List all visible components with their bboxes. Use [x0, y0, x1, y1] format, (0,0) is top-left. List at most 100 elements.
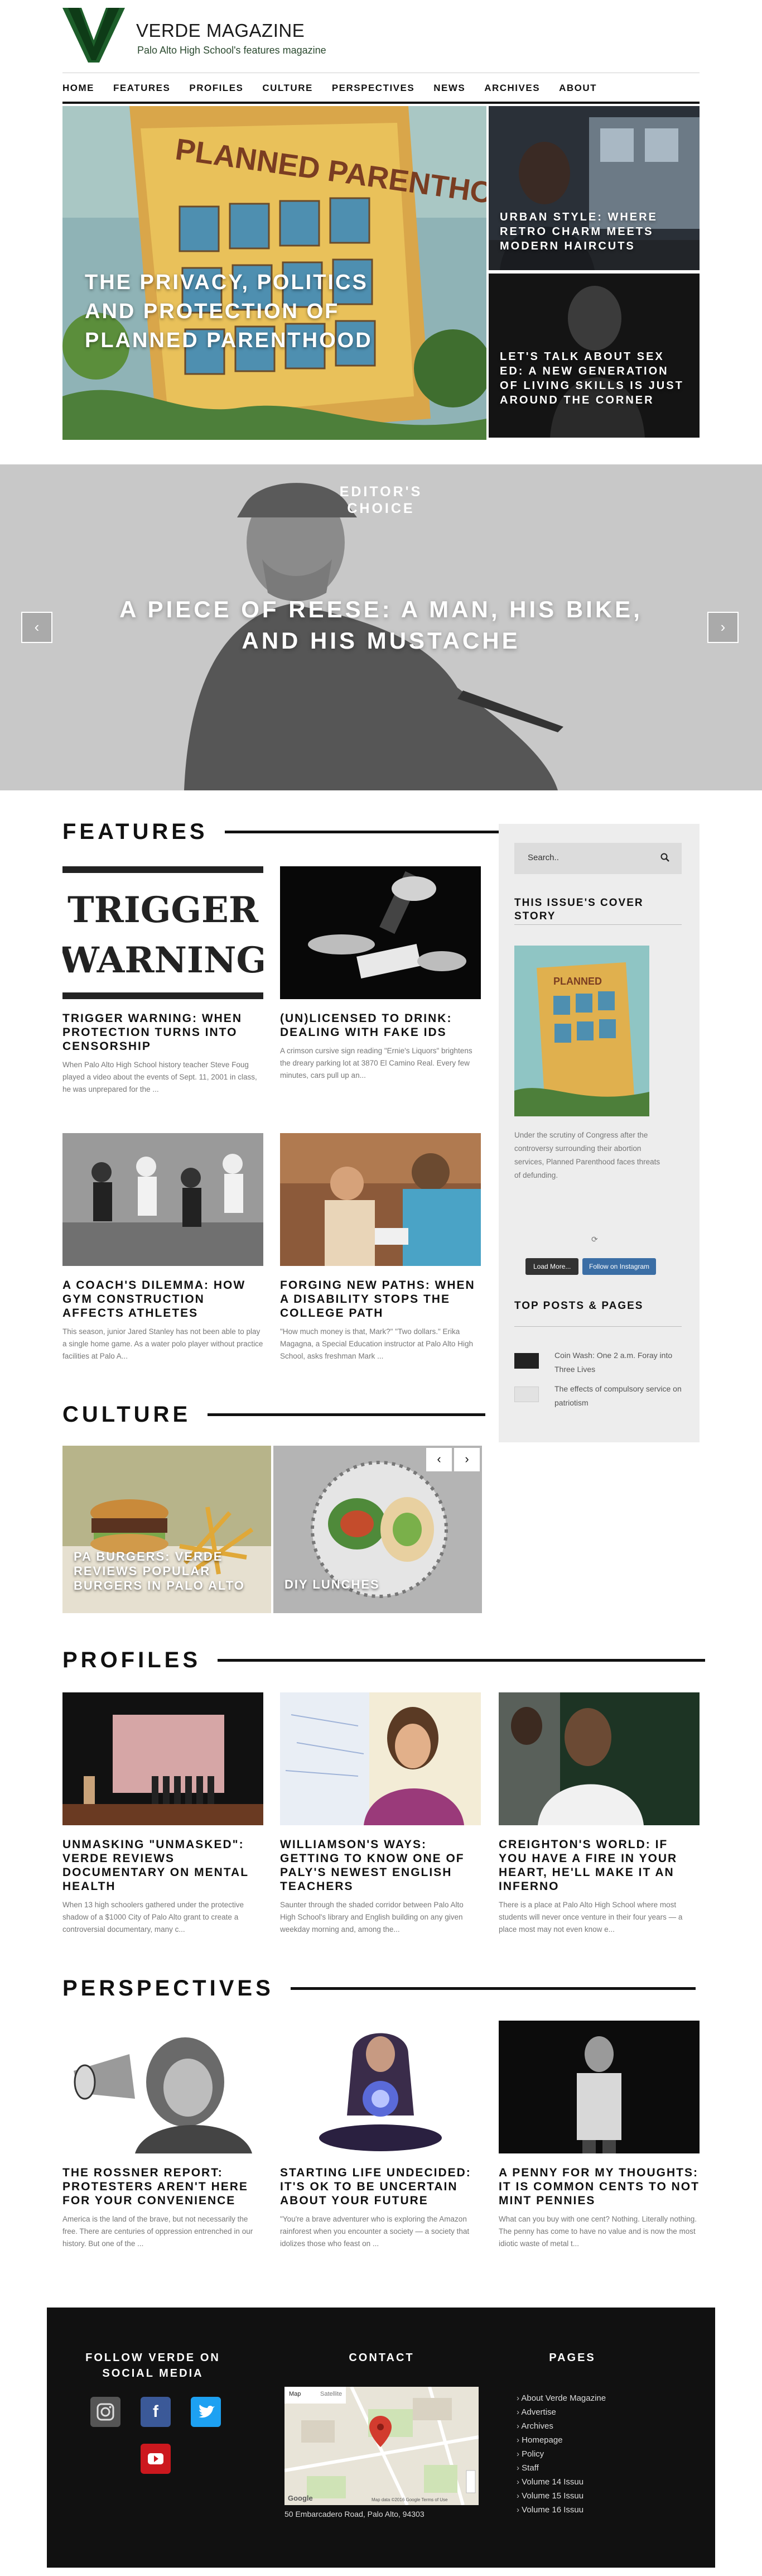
culture-slide-1-title[interactable]: PA BURGERS: VERDE REVIEWS POPULAR BURGER…	[74, 1550, 258, 1593]
editors-choice-title[interactable]: A PIECE OF REESE: A MAN, HIS BIKE, AND H…	[0, 594, 762, 656]
perspectives-card-3-image[interactable]	[499, 2021, 700, 2153]
profiles-heading[interactable]: PROFILES	[62, 1648, 201, 1673]
hero-main-story[interactable]: PLANNED PARENTHOOD THE PRIVACY, POLITICS…	[62, 106, 486, 440]
twitter-icon[interactable]	[191, 2397, 221, 2427]
search-icon[interactable]	[660, 853, 669, 864]
perspectives-heading[interactable]: PERSPECTIVES	[62, 1976, 274, 2001]
features-card-2-image[interactable]	[280, 866, 481, 999]
editors-choice-slider[interactable]: EDITOR'S CHOICE A PIECE OF REESE: A MAN,…	[0, 464, 762, 790]
page-link-volume-16[interactable]: Volume 16 Issuu	[517, 2503, 606, 2517]
perspectives-card-1-title[interactable]: THE ROSSNER REPORT: PROTESTERS AREN'T HE…	[62, 2166, 263, 2208]
features-card-1-title[interactable]: TRIGGER WARNING: WHEN PROTECTION TURNS I…	[62, 1011, 263, 1053]
site-title[interactable]: VERDE MAGAZINE	[136, 20, 305, 41]
nav-news[interactable]: NEWS	[433, 83, 465, 94]
features-card-1-image[interactable]: TRIGGER WARNING	[62, 866, 263, 999]
editors-choice-prev-button[interactable]: ‹	[21, 612, 52, 643]
pages-list: About Verde Magazine Advertise Archives …	[517, 2391, 606, 2517]
top-post-2-thumb[interactable]	[514, 1387, 539, 1402]
nav-perspectives[interactable]: PERSPECTIVES	[332, 83, 414, 94]
page-link-policy[interactable]: Policy	[517, 2447, 606, 2461]
footer: FOLLOW VERDE ON SOCIAL MEDIA f CONTACT M…	[47, 2308, 715, 2568]
perspectives-card-2-excerpt: "You're a brave adventurer who is explor…	[280, 2215, 470, 2248]
profiles-rule	[218, 1659, 706, 1662]
profiles-card-3-image[interactable]	[499, 1692, 700, 1825]
nav-about[interactable]: ABOUT	[559, 83, 597, 94]
features-card-4[interactable]: FORGING NEW PATHS: WHEN A DISABILITY STO…	[280, 1133, 481, 1363]
features-card-3-title[interactable]: A COACH'S DILEMMA: HOW GYM CONSTRUCTION …	[62, 1278, 263, 1320]
hero-side-story-2[interactable]: LET'S TALK ABOUT SEX ED: A NEW GENERATIO…	[489, 274, 700, 438]
contact-heading: CONTACT	[349, 2352, 414, 2364]
nav-culture[interactable]: CULTURE	[262, 83, 312, 94]
map-tab-satellite[interactable]: Satellite	[320, 2391, 342, 2397]
editors-choice-next-button[interactable]: ›	[707, 612, 739, 643]
perspectives-card-3-title[interactable]: A PENNY FOR MY THOUGHTS: IT IS COMMON CE…	[499, 2166, 700, 2208]
profiles-header: PROFILES	[62, 1648, 706, 1673]
contact-map[interactable]: Map Satellite Google Map data ©2016 Goog…	[284, 2387, 479, 2505]
hero-side-story-1[interactable]: URBAN STYLE: WHERE RETRO CHARM MEETS MOD…	[489, 106, 700, 270]
perspectives-card-3[interactable]: A PENNY FOR MY THOUGHTS: IT IS COMMON CE…	[499, 2021, 700, 2250]
page-link-homepage[interactable]: Homepage	[517, 2433, 606, 2447]
features-card-1[interactable]: TRIGGER WARNING TRIGGER WARNING: WHEN PR…	[62, 866, 263, 1096]
hero-side-title-2[interactable]: LET'S TALK ABOUT SEX ED: A NEW GENERATIO…	[500, 349, 684, 407]
youtube-icon[interactable]	[141, 2444, 171, 2474]
perspectives-card-1-image[interactable]	[62, 2021, 263, 2153]
hero-main-title[interactable]: THE PRIVACY, POLITICS AND PROTECTION OF …	[85, 268, 375, 355]
map-attribution[interactable]: Map data ©2016 Google Terms of Use	[372, 2497, 448, 2502]
features-card-2-title[interactable]: (UN)LICENSED TO DRINK: DEALING WITH FAKE…	[280, 1011, 481, 1039]
profiles-card-3-title[interactable]: CREIGHTON'S WORLD: IF YOU HAVE A FIRE IN…	[499, 1838, 700, 1893]
sidebar: Search.. THIS ISSUE'S COVER STORY PLANNE…	[499, 824, 700, 1442]
facebook-icon[interactable]: f	[141, 2397, 171, 2427]
perspectives-card-2[interactable]: STARTING LIFE UNDECIDED: IT'S OK TO BE U…	[280, 2021, 481, 2250]
culture-next-button[interactable]: ›	[454, 1448, 480, 1471]
search-placeholder: Search..	[528, 853, 559, 862]
perspectives-card-2-title[interactable]: STARTING LIFE UNDECIDED: IT'S OK TO BE U…	[280, 2166, 481, 2208]
nav-home[interactable]: HOME	[62, 83, 94, 94]
perspectives-card-1[interactable]: THE ROSSNER REPORT: PROTESTERS AREN'T HE…	[62, 2021, 263, 2250]
page-link-archives[interactable]: Archives	[517, 2419, 606, 2433]
perspectives-card-1-excerpt: America is the land of the brave, but no…	[62, 2215, 253, 2248]
follow-instagram-button[interactable]: Follow on Instagram	[582, 1258, 657, 1275]
main-nav: HOME FEATURES PROFILES CULTURE PERSPECTI…	[62, 83, 616, 94]
nav-archives[interactable]: ARCHIVES	[484, 83, 540, 94]
page-link-volume-14[interactable]: Volume 14 Issuu	[517, 2475, 606, 2489]
culture-slide-2-title[interactable]: DIY LUNCHES	[284, 1577, 469, 1592]
culture-header: CULTURE	[62, 1402, 486, 1427]
profiles-card-2-image[interactable]	[280, 1692, 481, 1825]
nav-profiles[interactable]: PROFILES	[189, 83, 243, 94]
profiles-card-1-image[interactable]	[62, 1692, 263, 1825]
profiles-card-2-excerpt: Saunter through the shaded corridor betw…	[280, 1901, 464, 1934]
load-more-button[interactable]: Load More...	[525, 1258, 579, 1275]
top-post-1-thumb[interactable]	[514, 1353, 539, 1369]
instagram-icon[interactable]	[90, 2397, 120, 2427]
top-post-1-link[interactable]: Coin Wash: One 2 a.m. Foray into Three L…	[554, 1349, 683, 1376]
top-posts-heading: TOP POSTS & PAGES	[514, 1300, 644, 1312]
top-post-2-link[interactable]: The effects of compulsory service on pat…	[554, 1382, 683, 1410]
features-heading[interactable]: FEATURES	[62, 819, 208, 845]
nav-features[interactable]: FEATURES	[113, 83, 170, 94]
page-link-advertise[interactable]: Advertise	[517, 2405, 606, 2419]
profiles-card-1-title[interactable]: UNMASKING "UNMASKED": VERDE REVIEWS DOCU…	[62, 1838, 263, 1893]
profiles-card-2[interactable]: WILLIAMSON'S WAYS: GETTING TO KNOW ONE O…	[280, 1692, 481, 1936]
page-link-about[interactable]: About Verde Magazine	[517, 2391, 606, 2405]
features-card-4-image[interactable]	[280, 1133, 481, 1266]
culture-slide-1[interactable]: PA BURGERS: VERDE REVIEWS POPULAR BURGER…	[62, 1446, 271, 1613]
culture-heading[interactable]: CULTURE	[62, 1402, 191, 1427]
features-card-3-image[interactable]	[62, 1133, 263, 1266]
page-link-volume-15[interactable]: Volume 15 Issuu	[517, 2489, 606, 2503]
features-card-2[interactable]: (UN)LICENSED TO DRINK: DEALING WITH FAKE…	[280, 866, 481, 1082]
svg-text:TRIGGER: TRIGGER	[67, 889, 259, 931]
features-card-3[interactable]: A COACH'S DILEMMA: HOW GYM CONSTRUCTION …	[62, 1133, 263, 1363]
nav-bottom-divider	[62, 102, 700, 104]
hero-side-title-1[interactable]: URBAN STYLE: WHERE RETRO CHARM MEETS MOD…	[500, 210, 684, 253]
features-card-4-title[interactable]: FORGING NEW PATHS: WHEN A DISABILITY STO…	[280, 1278, 481, 1320]
logo[interactable]	[62, 8, 125, 63]
perspectives-card-2-image[interactable]	[280, 2021, 481, 2153]
search-input[interactable]: Search..	[514, 843, 682, 874]
page-link-staff[interactable]: Staff	[517, 2461, 606, 2475]
cover-image[interactable]: PLANNED	[514, 946, 649, 1116]
profiles-card-3[interactable]: CREIGHTON'S WORLD: IF YOU HAVE A FIRE IN…	[499, 1692, 700, 1936]
profiles-card-1[interactable]: UNMASKING "UNMASKED": VERDE REVIEWS DOCU…	[62, 1692, 263, 1936]
culture-prev-button[interactable]: ‹	[426, 1448, 452, 1471]
map-tab-map[interactable]: Map	[289, 2391, 301, 2397]
profiles-card-2-title[interactable]: WILLIAMSON'S WAYS: GETTING TO KNOW ONE O…	[280, 1838, 481, 1893]
